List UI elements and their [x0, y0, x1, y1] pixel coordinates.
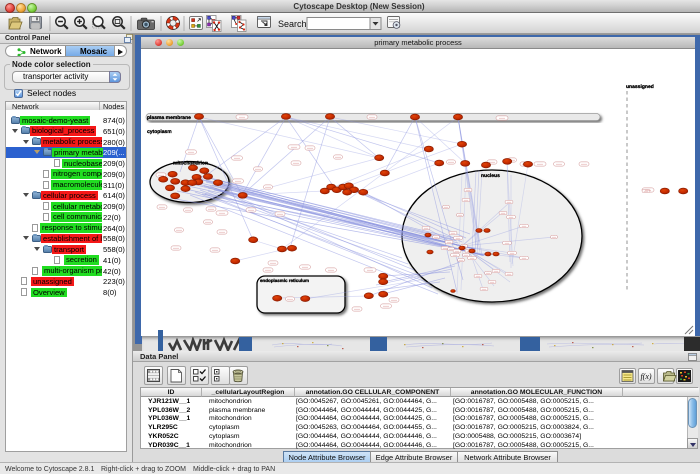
- svg-text:endoplasmic reticulum: endoplasmic reticulum: [260, 278, 309, 283]
- svg-text:plasma membrane: plasma membrane: [147, 115, 191, 121]
- svg-text:Search:: Search:: [278, 19, 309, 29]
- svg-text:nucleus: nucleus: [481, 173, 500, 179]
- svg-text:cytoplasm: cytoplasm: [147, 129, 172, 135]
- svg-text:f(x): f(x): [640, 372, 651, 381]
- svg-text:unassigned: unassigned: [626, 84, 654, 90]
